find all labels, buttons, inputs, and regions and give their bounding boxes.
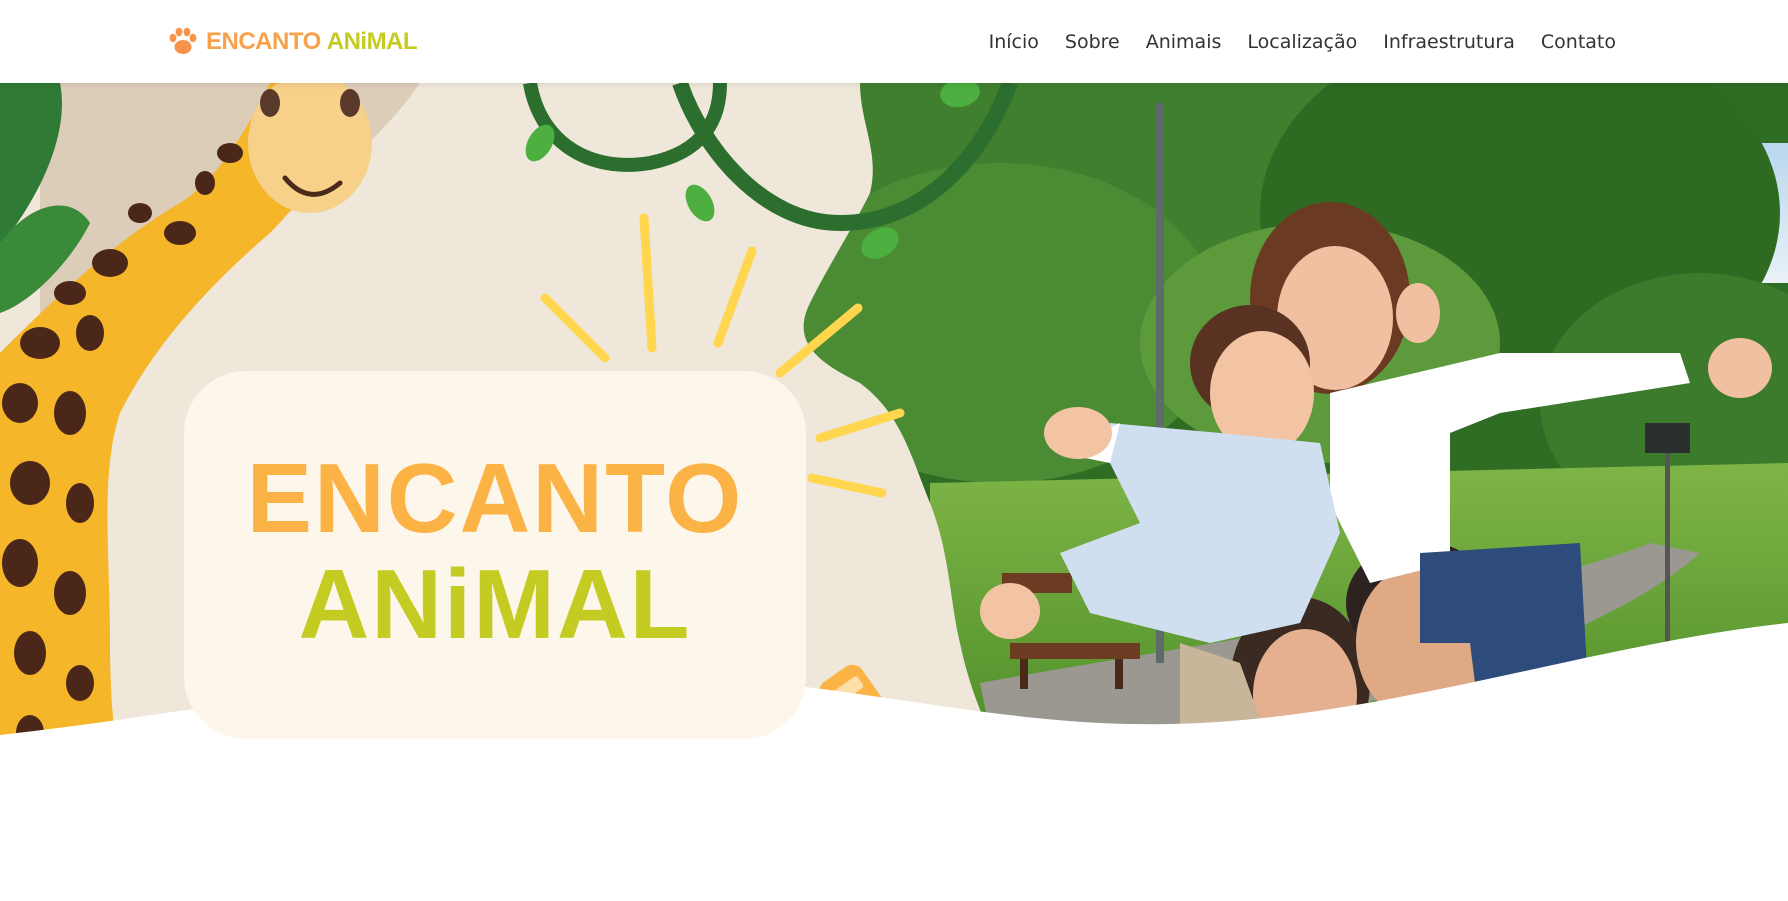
hero-title-card: ENCANTO ANiMAL <box>184 371 806 739</box>
site-header: ENCANTO ANiMAL Início Sobre Animais Local… <box>0 0 1788 83</box>
hero-title-animal: ANiMAL <box>298 549 692 659</box>
page-bottom-space <box>0 843 1788 901</box>
nav-link-animais[interactable]: Animais <box>1146 31 1222 53</box>
site-logo[interactable]: ENCANTO ANiMAL <box>166 24 418 60</box>
logo-wordmark: ENCANTO ANiMAL <box>206 28 418 55</box>
paw-icon <box>166 25 200 59</box>
main-nav: Início Sobre Animais Localização Infraes… <box>989 28 1616 56</box>
nav-link-sobre[interactable]: Sobre <box>1065 31 1120 53</box>
hero-banner: ENCANTO ANiMAL <box>0 83 1788 843</box>
hero-title-encanto: ENCANTO <box>246 443 744 553</box>
nav-link-inicio[interactable]: Início <box>989 31 1039 53</box>
nav-link-infraestrutura[interactable]: Infraestrutura <box>1383 31 1515 53</box>
logo-word-encanto: ENCANTO <box>206 28 321 55</box>
nav-link-localizacao[interactable]: Localização <box>1247 31 1357 53</box>
logo-word-animal: ANiMAL <box>326 28 418 55</box>
nav-link-contato[interactable]: Contato <box>1541 31 1616 53</box>
